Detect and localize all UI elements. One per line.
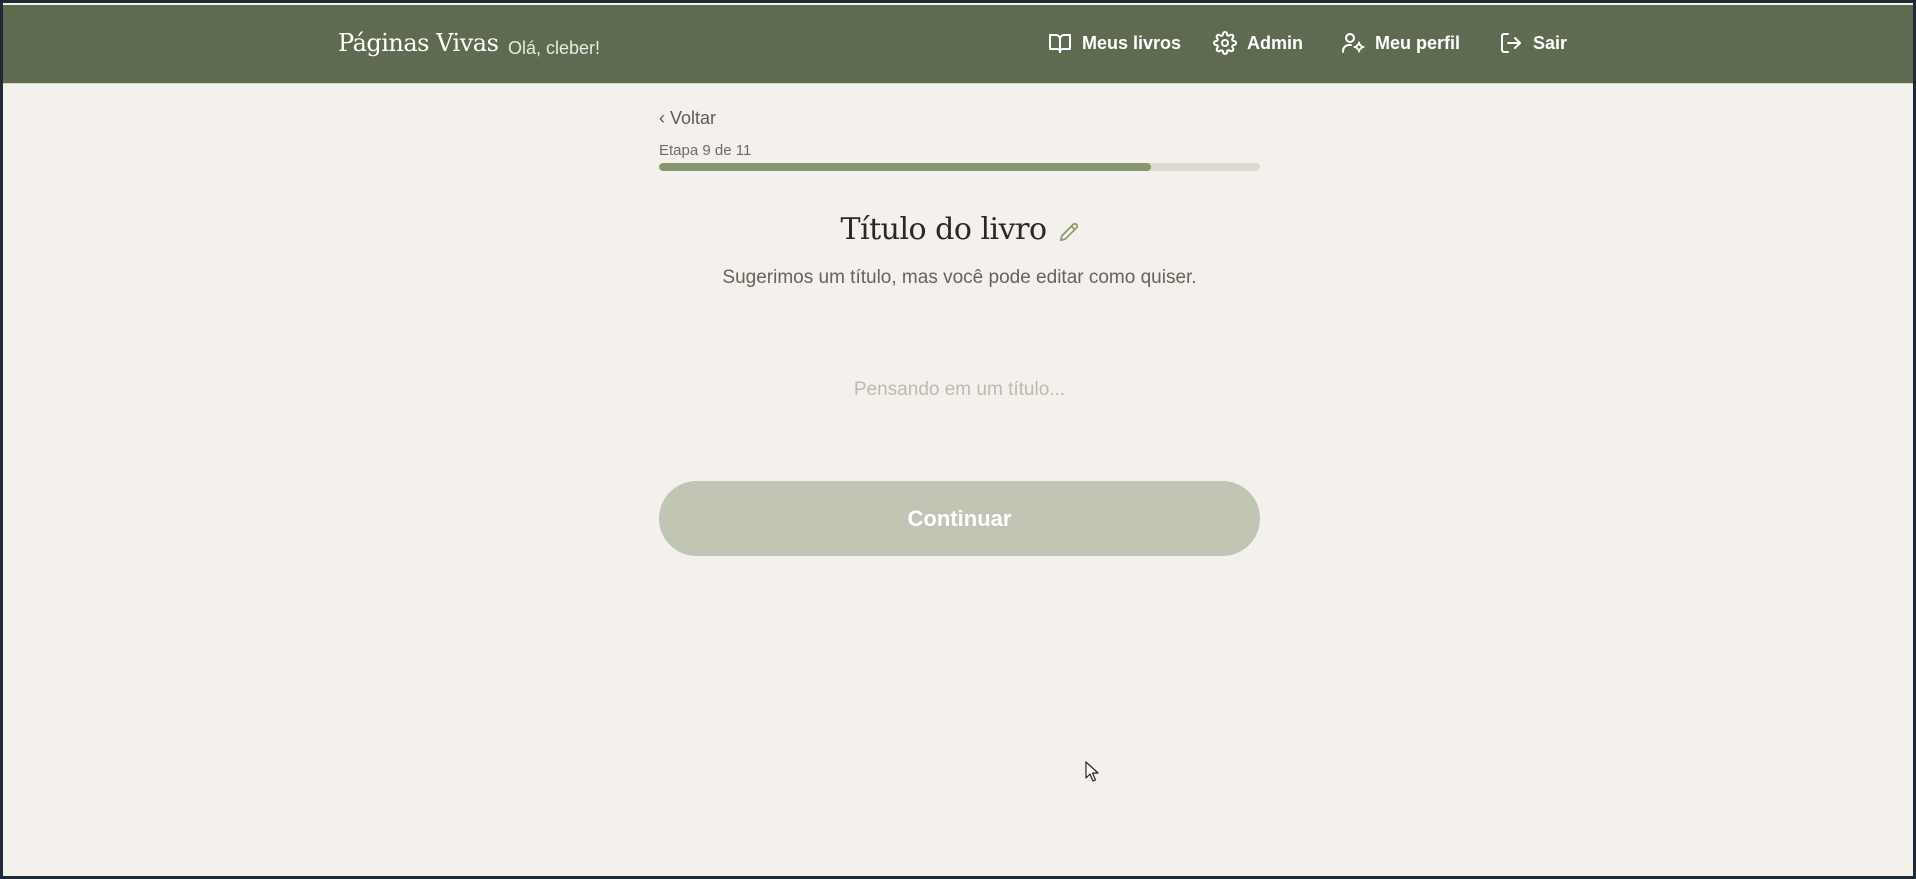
pencil-icon[interactable] [1059, 222, 1079, 242]
nav-logout-label: Sair [1533, 32, 1568, 53]
page-title-row: Título do livro [659, 212, 1260, 247]
nav-my-books-label: Meus livros [1082, 32, 1182, 53]
back-link[interactable]: ‹ Voltar [659, 108, 716, 129]
nav-logout[interactable]: Sair [1499, 27, 1567, 59]
nav-admin[interactable]: Admin [1213, 27, 1303, 59]
continue-button[interactable]: Continuar [659, 481, 1260, 556]
nav-my-books[interactable]: Meus livros [1048, 27, 1181, 59]
gear-icon [1213, 31, 1237, 55]
user-greeting: Olá, cleber! [508, 38, 601, 58]
nav-my-profile[interactable]: Meu perfil [1341, 27, 1460, 59]
step-indicator: Etapa 9 de 11 [659, 142, 752, 159]
page-subtitle: Sugerimos um título, mas você pode edita… [722, 267, 1197, 288]
open-book-icon [1048, 31, 1072, 55]
brand-logo[interactable]: Páginas Vivas [338, 29, 499, 57]
top-navigation-bar: Páginas Vivas Olá, cleber! Meus livros A… [3, 5, 1913, 84]
app-window: Páginas Vivas Olá, cleber! Meus livros A… [3, 3, 1913, 876]
progress-bar [659, 163, 1260, 171]
logout-icon [1499, 31, 1523, 55]
user-gear-icon [1341, 31, 1365, 55]
book-title-input[interactable] [659, 368, 1260, 412]
mouse-cursor-icon [1085, 761, 1099, 782]
nav-my-profile-label: Meu perfil [1375, 32, 1461, 53]
progress-bar-fill [659, 163, 1151, 171]
page-title: Título do livro [840, 212, 1047, 247]
nav-admin-label: Admin [1247, 32, 1303, 53]
